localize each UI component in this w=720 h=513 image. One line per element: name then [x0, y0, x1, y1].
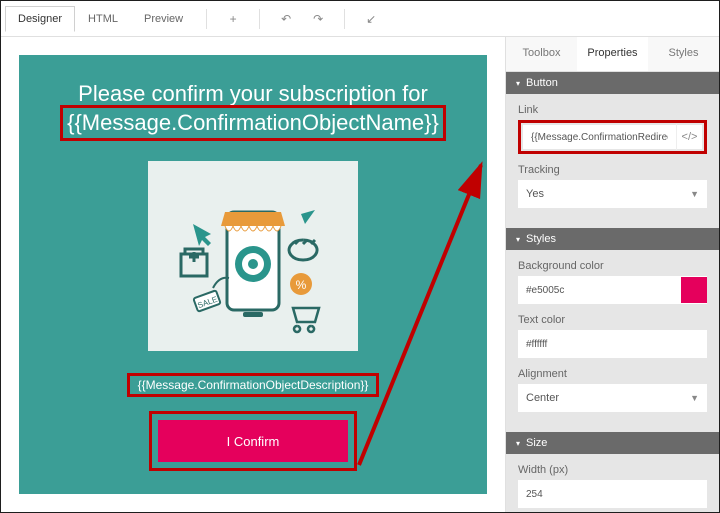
- section-header-size[interactable]: ▾ Size: [506, 432, 719, 454]
- alignment-select[interactable]: Center ▼: [518, 384, 707, 412]
- object-name-macro: {{Message.ConfirmationObjectName}}: [67, 110, 439, 136]
- highlight-confirm-button: I Confirm: [149, 411, 357, 471]
- tab-designer[interactable]: Designer: [5, 6, 75, 32]
- caret-down-icon: ▾: [516, 235, 520, 244]
- redo-button[interactable]: ↷: [304, 5, 332, 33]
- email-canvas[interactable]: Please confirm your subscription for {{M…: [19, 55, 487, 494]
- section-title: Styles: [526, 233, 556, 245]
- design-canvas-wrap: Please confirm your subscription for {{M…: [1, 37, 505, 512]
- confirm-button[interactable]: I Confirm: [158, 420, 348, 462]
- undo-icon: ↶: [281, 12, 291, 26]
- illustration: % SALE: [148, 161, 358, 351]
- properties-panel: Toolbox Properties Styles ▾ Button Link <…: [505, 37, 719, 512]
- chevron-down-icon: ▼: [690, 189, 699, 199]
- panel-tabs: Toolbox Properties Styles: [506, 37, 719, 72]
- separator: [344, 9, 345, 29]
- collapse-button[interactable]: ↙: [357, 5, 385, 33]
- alignment-value: Center: [526, 392, 559, 404]
- tracking-value: Yes: [526, 188, 544, 200]
- highlight-link-field: </>: [518, 120, 707, 154]
- link-input[interactable]: [523, 132, 676, 143]
- add-button[interactable]: +: [219, 5, 247, 33]
- caret-down-icon: ▾: [516, 79, 520, 88]
- redo-icon: ↷: [313, 12, 323, 26]
- tab-preview[interactable]: Preview: [131, 6, 196, 32]
- separator: [259, 9, 260, 29]
- object-description-macro: {{Message.ConfirmationObjectDescription}…: [138, 378, 369, 392]
- tab-toolbox[interactable]: Toolbox: [506, 37, 577, 71]
- code-icon: </>: [682, 131, 698, 143]
- highlight-description: {{Message.ConfirmationObjectDescription}…: [127, 373, 380, 397]
- width-input[interactable]: [518, 489, 707, 500]
- section-header-button[interactable]: ▾ Button: [506, 72, 719, 94]
- tab-properties[interactable]: Properties: [577, 37, 648, 71]
- svg-text:%: %: [296, 278, 307, 292]
- alignment-label: Alignment: [518, 368, 707, 380]
- section-title: Size: [526, 437, 547, 449]
- textcolor-input[interactable]: [518, 339, 707, 350]
- highlight-object-name: {{Message.ConfirmationObjectName}}: [60, 105, 446, 141]
- textcolor-label: Text color: [518, 314, 707, 326]
- caret-down-icon: ▾: [516, 439, 520, 448]
- link-label: Link: [518, 104, 707, 116]
- code-picker-button[interactable]: </>: [676, 124, 702, 150]
- tracking-select[interactable]: Yes ▼: [518, 180, 707, 208]
- section-header-styles[interactable]: ▾ Styles: [506, 228, 719, 250]
- plus-icon: +: [230, 12, 237, 26]
- bgcolor-swatch[interactable]: [681, 277, 707, 303]
- tab-html[interactable]: HTML: [75, 6, 131, 32]
- top-toolbar: Designer HTML Preview + ↶ ↷ ↙: [1, 1, 719, 37]
- tracking-label: Tracking: [518, 164, 707, 176]
- view-tabs: Designer HTML Preview: [5, 6, 196, 32]
- tab-styles[interactable]: Styles: [648, 37, 719, 71]
- separator: [206, 9, 207, 29]
- bgcolor-input[interactable]: [518, 285, 681, 296]
- shop-illustration-icon: % SALE: [153, 166, 353, 346]
- undo-button[interactable]: ↶: [272, 5, 300, 33]
- section-title: Button: [526, 77, 558, 89]
- collapse-icon: ↙: [366, 12, 376, 26]
- chevron-down-icon: ▼: [690, 393, 699, 403]
- bgcolor-label: Background color: [518, 260, 707, 272]
- confirm-headline: Please confirm your subscription for: [78, 81, 428, 107]
- width-label: Width (px): [518, 464, 707, 476]
